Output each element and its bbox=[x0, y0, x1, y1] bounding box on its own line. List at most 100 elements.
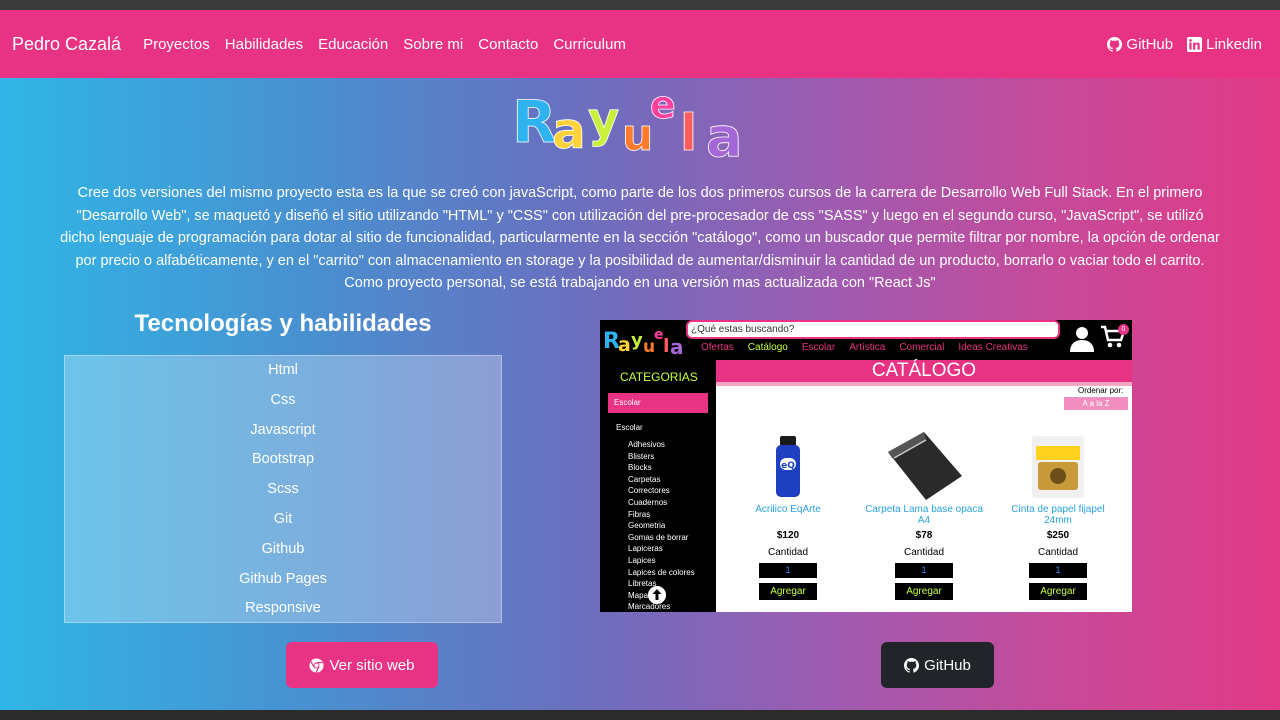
product-image-acrylic: eQ bbox=[728, 432, 848, 502]
preview-catalog-divider bbox=[716, 382, 1132, 386]
preview-logo: R a y u e l a bbox=[603, 327, 684, 356]
preview-search-input: ¿Qué estas buscando? bbox=[686, 320, 1060, 339]
product-quantity-label: Cantidad bbox=[767, 547, 809, 558]
preview-subcategory: Adhesivos bbox=[628, 440, 665, 449]
nav-links: Proyectos Habilidades Educación Sobre mi… bbox=[143, 36, 626, 53]
product-add-button: Agregar bbox=[1029, 583, 1087, 600]
nav-github-label: GitHub bbox=[1126, 35, 1174, 53]
preview-subcategory: Lapices de colores bbox=[628, 567, 695, 577]
product-quantity-input: 1 bbox=[895, 563, 953, 578]
skill-item: Css bbox=[270, 391, 296, 408]
product-name: Carpeta Lama base opaca A4 bbox=[865, 504, 983, 526]
nav-github-link[interactable]: GitHub bbox=[1107, 36, 1173, 53]
github-icon bbox=[904, 657, 920, 673]
skill-item: Bootstrap bbox=[251, 451, 315, 468]
product-price: $78 bbox=[915, 530, 933, 541]
chrome-icon bbox=[309, 657, 324, 673]
svg-text:e: e bbox=[650, 84, 676, 127]
nav-linkedin-label: Linkedin bbox=[1206, 35, 1262, 53]
nav-link-educacion[interactable]: Educación bbox=[318, 36, 388, 53]
product-price: $250 bbox=[1046, 530, 1070, 541]
preview-menu-item: Comercial bbox=[899, 342, 945, 353]
svg-text:u: u bbox=[622, 110, 653, 161]
skill-item: Responsive bbox=[245, 600, 321, 617]
preview-subcategory: Fibras bbox=[628, 509, 651, 519]
view-website-button[interactable]: Ver sitio web bbox=[286, 642, 438, 688]
nav-link-contacto[interactable]: Contacto bbox=[478, 36, 538, 53]
navbar: Pedro Cazalá Proyectos Habilidades Educa… bbox=[0, 10, 1280, 78]
product-quantity-input: 1 bbox=[1029, 563, 1087, 578]
product-name: Cinta de papel fijapel 24mm bbox=[1011, 504, 1105, 526]
nav-link-curriculum[interactable]: Curriculum bbox=[553, 36, 626, 53]
skill-item: Git bbox=[273, 510, 293, 527]
svg-text:a: a bbox=[618, 334, 631, 356]
product-add-button: Agregar bbox=[759, 583, 817, 600]
preview-order-label: Ordenar por: bbox=[1078, 386, 1124, 395]
window-bottom-strip bbox=[0, 710, 1280, 720]
skill-item: Scss bbox=[267, 481, 299, 498]
skill-item: Github bbox=[261, 540, 305, 557]
project-github-label: GitHub bbox=[924, 656, 971, 674]
svg-text:a: a bbox=[706, 106, 742, 166]
github-icon bbox=[1107, 36, 1123, 52]
svg-text:y: y bbox=[588, 92, 619, 148]
skill-item: Javascript bbox=[250, 421, 316, 438]
project-section: R a y u e l a Cree dos versiones del mis… bbox=[0, 78, 1280, 710]
preview-category-select: Escolar bbox=[608, 393, 708, 413]
preview-category-group: Escolar bbox=[616, 423, 643, 432]
preview-subcategory: Correctores bbox=[628, 486, 670, 496]
svg-text:l: l bbox=[680, 104, 697, 162]
preview-catalog-title: CATÁLOGO bbox=[716, 360, 1132, 382]
svg-text:a: a bbox=[552, 102, 586, 160]
preview-menu-item: Ofertas bbox=[701, 342, 734, 353]
nav-external-links: GitHub Linkedin bbox=[1107, 36, 1262, 53]
user-icon bbox=[1070, 327, 1094, 352]
skills-list: Html Css Javascript Bootstrap Scss Git G… bbox=[64, 355, 502, 623]
skill-item: Html bbox=[268, 362, 298, 378]
product-quantity-label: Cantidad bbox=[903, 547, 945, 558]
preview-product-card: Carpeta Lama base opaca A4 $78 Cantidad … bbox=[864, 432, 984, 600]
nav-link-sobre-mi[interactable]: Sobre mi bbox=[403, 36, 463, 53]
window-top-strip bbox=[0, 0, 1280, 10]
product-image-tape bbox=[998, 432, 1118, 502]
project-preview-screenshot: R a y u e l a ¿Qué estas buscando? Ofert… bbox=[600, 320, 1132, 612]
preview-menu-item: Artística bbox=[849, 342, 886, 353]
preview-subcategory: Carpetas bbox=[628, 474, 661, 484]
svg-text:y: y bbox=[631, 330, 643, 351]
product-price: $120 bbox=[776, 530, 800, 541]
skills-title: Tecnologías y habilidades bbox=[134, 310, 432, 337]
preview-subcategory: Blocks bbox=[628, 463, 652, 473]
brand-link[interactable]: Pedro Cazalá bbox=[12, 34, 121, 55]
preview-menu: Ofertas Catálogo Escolar Artística Comer… bbox=[701, 342, 1028, 353]
product-quantity-label: Cantidad bbox=[1037, 547, 1079, 558]
preview-subcategory: Gomas de borrar bbox=[628, 532, 689, 542]
preview-subcategory: Geometria bbox=[628, 521, 666, 531]
preview-menu-item: Ideas Creativas bbox=[958, 342, 1028, 353]
nav-link-proyectos[interactable]: Proyectos bbox=[143, 36, 210, 53]
preview-subcategory: Lapiceras bbox=[628, 544, 663, 554]
project-github-button[interactable]: GitHub bbox=[881, 642, 994, 688]
preview-menu-item: Catálogo bbox=[747, 342, 788, 353]
preview-categories-title: CATEGORIAS bbox=[620, 370, 698, 384]
product-quantity-input: 1 bbox=[759, 563, 817, 578]
preview-subcategory: Cuadernos bbox=[628, 497, 668, 507]
product-name: Acrilico EqArte bbox=[755, 504, 821, 515]
nav-link-habilidades[interactable]: Habilidades bbox=[225, 36, 303, 53]
product-add-button: Agregar bbox=[895, 583, 953, 600]
preview-subcategory: Marcadores bbox=[628, 602, 671, 612]
preview-subcategory: Lapices bbox=[628, 555, 656, 565]
nav-linkedin-link[interactable]: Linkedin bbox=[1187, 36, 1262, 53]
project-description: Cree dos versiones del mismo proyecto es… bbox=[60, 185, 1220, 291]
svg-text:l: l bbox=[663, 335, 670, 356]
rayuela-logo: R a y u e l a bbox=[512, 84, 743, 166]
preview-product-card: Cinta de papel fijapel 24mm $250 Cantida… bbox=[998, 432, 1118, 600]
linkedin-icon bbox=[1187, 36, 1203, 52]
preview-product-card: eQ Acrilico EqArte $120 Cantidad 1 Agreg… bbox=[728, 432, 848, 600]
skill-item: Github Pages bbox=[239, 570, 327, 587]
preview-menu-item: Escolar bbox=[801, 342, 836, 353]
preview-order-select: A a la Z bbox=[1064, 397, 1128, 410]
preview-subcategory: Blisters bbox=[628, 451, 655, 461]
cart-count-badge: 0 bbox=[1118, 324, 1129, 335]
view-website-label: Ver sitio web bbox=[329, 656, 415, 674]
svg-text:R: R bbox=[512, 88, 557, 156]
